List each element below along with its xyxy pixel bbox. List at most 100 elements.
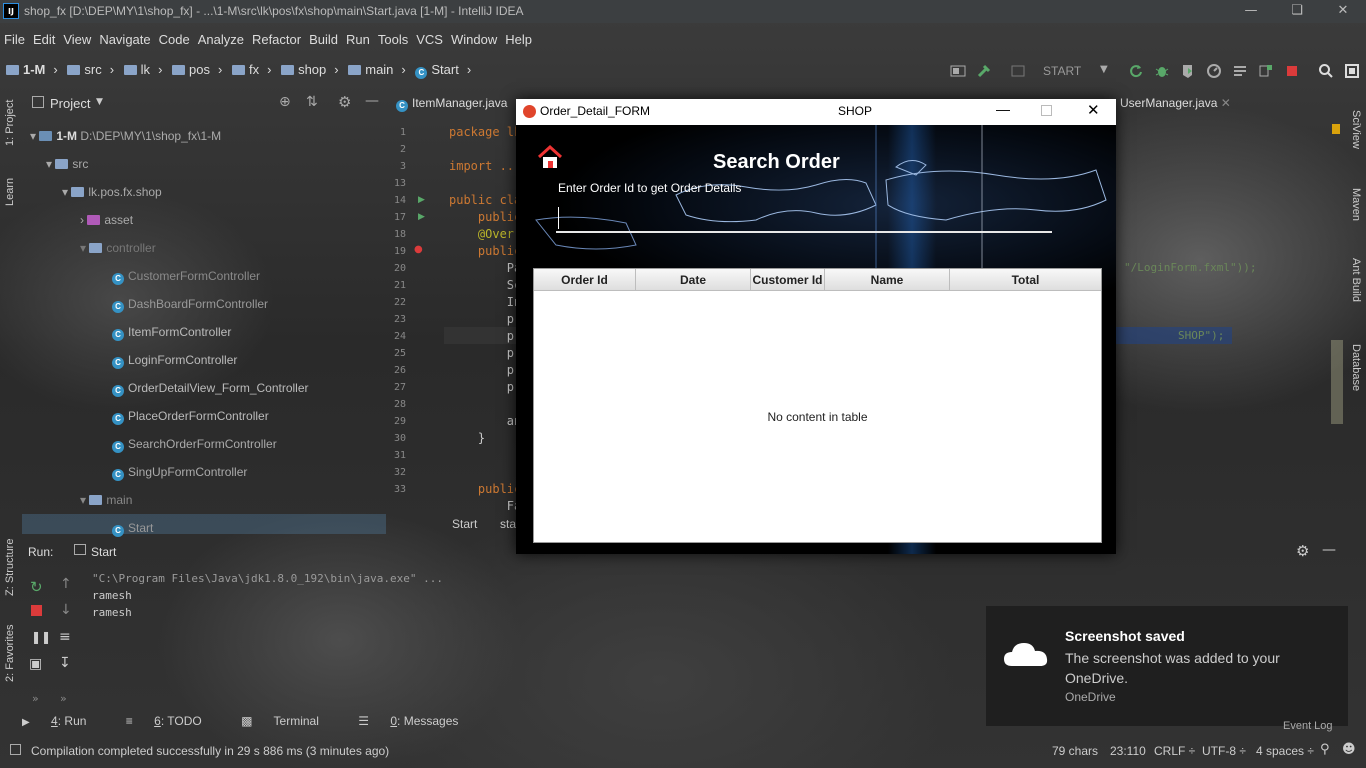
project-panel-title[interactable]: Project	[50, 96, 90, 111]
stop-icon[interactable]	[31, 605, 42, 616]
menu-refactor[interactable]: Refactor	[248, 29, 305, 51]
tree-item-module[interactable]: ▾ 1-M D:\DEP\MY\1\shop_fx\1-M	[30, 126, 221, 146]
menu-run[interactable]: Run	[342, 29, 374, 51]
tab-itemmanager[interactable]: C ItemManager.java	[396, 96, 507, 112]
more-icon[interactable]: »	[60, 692, 67, 705]
learn-tool-window-tab[interactable]: Learn	[4, 178, 16, 206]
breadcrumb-pos[interactable]: pos	[172, 62, 210, 77]
tree-item-class[interactable]: C DashBoardFormController	[112, 294, 268, 314]
menu-code[interactable]: Code	[155, 29, 194, 51]
project-tool-window-tab[interactable]: 1: Project	[4, 100, 16, 146]
project-structure-icon[interactable]	[1344, 63, 1360, 79]
fx-minimize-button[interactable]: —	[996, 101, 1010, 117]
gear-icon[interactable]: ⚙	[1296, 542, 1309, 560]
column-header-name[interactable]: Name	[825, 269, 950, 291]
status-caret-position[interactable]: 23:110	[1110, 744, 1146, 758]
code-line[interactable]: public	[449, 244, 521, 258]
soft-wrap-icon[interactable]: ≡	[59, 629, 71, 645]
order-id-input[interactable]	[556, 205, 1052, 233]
column-header-order-id[interactable]: Order Id	[534, 269, 636, 291]
minimize-button[interactable]: —	[1228, 0, 1274, 23]
tree-item-class[interactable]: C OrderDetailView_Form_Controller	[112, 378, 309, 398]
code-line[interactable]: Fa	[449, 499, 521, 513]
menu-file[interactable]: File	[0, 29, 29, 51]
tree-item-src[interactable]: ▾ src	[46, 154, 88, 174]
tree-item-class[interactable]: C SingUpFormController	[112, 462, 247, 482]
code-line[interactable]: public cla	[449, 193, 521, 207]
menu-view[interactable]: View	[59, 29, 95, 51]
breadcrumb-module[interactable]: 1-M	[6, 62, 45, 77]
code-line[interactable]: Pa	[449, 261, 521, 275]
chevron-down-icon[interactable]: ▼	[1100, 64, 1108, 75]
status-line-separator[interactable]: CRLF ÷	[1154, 744, 1195, 758]
tool-tab-messages[interactable]: ☰ 0: Messages	[358, 714, 476, 728]
restore-button[interactable]: ❏	[1274, 0, 1320, 23]
hide-icon[interactable]: —	[365, 93, 379, 109]
fx-close-button[interactable]: ✕	[1087, 101, 1100, 119]
run-console[interactable]: "C:\Program Files\Java\jdk1.8.0_192\bin\…	[92, 570, 443, 621]
close-tab-icon[interactable]: ✕	[1221, 96, 1231, 110]
tree-item-class[interactable]: C SearchOrderFormController	[112, 434, 277, 454]
breadcrumb-shop[interactable]: shop	[281, 62, 326, 77]
arrow-down-icon[interactable]: ↓	[60, 602, 72, 618]
menu-help[interactable]: Help	[501, 29, 536, 51]
arrow-up-icon[interactable]: ↑	[60, 576, 72, 592]
code-line[interactable]: In	[449, 295, 521, 309]
menu-edit[interactable]: Edit	[29, 29, 59, 51]
tree-item-asset[interactable]: › asset	[80, 210, 133, 230]
code-line[interactable]: pr	[449, 346, 521, 360]
order-table[interactable]: Order Id Date Customer Id Name Total No …	[533, 268, 1102, 543]
event-log-tab[interactable]: Event Log	[1283, 720, 1333, 732]
code-line[interactable]: Sc	[449, 278, 521, 292]
menu-tools[interactable]: Tools	[374, 29, 412, 51]
search-icon[interactable]	[1318, 63, 1334, 79]
fx-maximize-button[interactable]	[1041, 105, 1052, 116]
menu-vcs[interactable]: VCS	[412, 29, 447, 51]
gear-icon[interactable]: ⚙	[338, 93, 351, 111]
close-button[interactable]: ✕	[1320, 0, 1366, 23]
code-line[interactable]: package lk	[449, 125, 521, 139]
tasks-icon[interactable]	[1232, 63, 1248, 79]
run-config-select[interactable]: START	[1043, 64, 1081, 78]
code-line[interactable]: pr	[449, 363, 521, 377]
code-line[interactable]: public	[449, 210, 521, 224]
run-tab-start[interactable]: Start	[91, 545, 116, 559]
status-encoding[interactable]: UTF-8 ÷	[1202, 744, 1246, 758]
run-gutter-icon[interactable]: ▶	[418, 212, 425, 222]
locate-icon[interactable]: ⊕	[279, 94, 291, 110]
tree-item-main[interactable]: ▾ main	[80, 490, 132, 510]
tree-item-start[interactable]: C Start	[112, 518, 153, 538]
profiler-icon[interactable]	[1206, 63, 1222, 79]
code-line[interactable]: pr	[449, 380, 521, 394]
stop-icon[interactable]	[1284, 63, 1300, 79]
tab-usermanager[interactable]: UserManager.java ✕	[1120, 96, 1231, 110]
editor-scrollbar-thumb[interactable]	[1331, 340, 1343, 424]
status-message[interactable]: Compilation completed successfully in 29…	[31, 744, 389, 758]
code-line[interactable]: an	[449, 414, 521, 428]
rerun-icon[interactable]	[1128, 63, 1144, 79]
column-header-total[interactable]: Total	[950, 269, 1101, 291]
tree-item-class[interactable]: C ItemFormController	[112, 322, 231, 342]
menu-analyze[interactable]: Analyze	[194, 29, 248, 51]
breadcrumb-main[interactable]: main	[348, 62, 393, 77]
home-icon[interactable]	[536, 143, 564, 171]
menu-window[interactable]: Window	[447, 29, 501, 51]
code-line[interactable]: import ...	[449, 159, 521, 173]
more-icon[interactable]: »	[32, 692, 39, 705]
build-hammer-icon[interactable]	[976, 63, 992, 79]
tree-item-class[interactable]: C CustomerFormController	[112, 266, 260, 286]
rerun-icon[interactable]: ↻	[30, 578, 43, 596]
breadcrumb-fx[interactable]: fx	[231, 62, 259, 77]
debug-bug-icon[interactable]	[1154, 63, 1170, 79]
status-indent[interactable]: 4 spaces ÷	[1256, 744, 1314, 758]
tree-item-controller[interactable]: ▾ controller	[80, 238, 156, 258]
editor-breadcrumb-start[interactable]: Start	[452, 517, 477, 531]
layout-icon[interactable]	[950, 63, 966, 79]
lock-icon[interactable]: ⚲	[1320, 742, 1330, 757]
hide-icon[interactable]: —	[1322, 542, 1336, 558]
breadcrumb-start[interactable]: C Start	[415, 62, 459, 79]
structure-tool-window-tab[interactable]: Z: Structure	[4, 539, 16, 596]
coverage-icon[interactable]	[1180, 63, 1196, 79]
favorites-tool-window-tab[interactable]: 2: Favorites	[4, 625, 16, 682]
tree-item-class[interactable]: C LoginFormController	[112, 350, 237, 370]
